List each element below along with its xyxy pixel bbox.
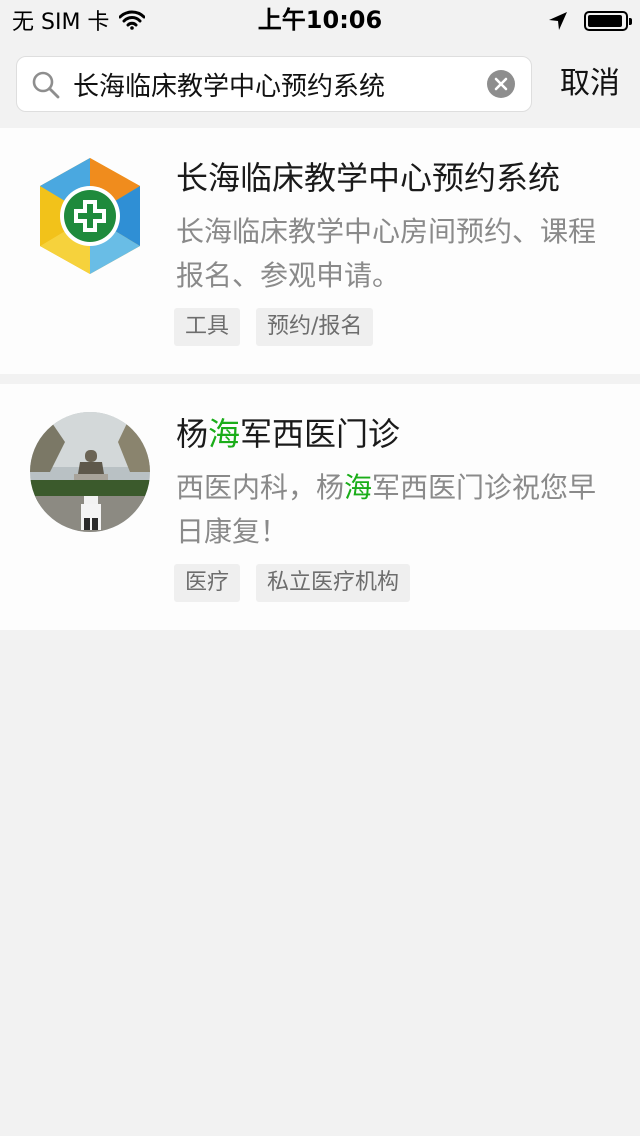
result-description: 长海临床教学中心房间预约、课程报名、参观申请。 <box>176 215 597 292</box>
tag[interactable]: 医疗 <box>174 564 241 602</box>
search-box[interactable] <box>16 56 532 112</box>
title-highlight: 海 <box>208 415 241 453</box>
tag[interactable]: 预约/报名 <box>256 308 374 346</box>
search-input[interactable] <box>73 57 483 111</box>
tag[interactable]: 私立医疗机构 <box>256 564 411 602</box>
title-text: 军西医门诊 <box>240 415 401 453</box>
result-title: 杨海军西医门诊 <box>176 414 616 454</box>
result-tags: 医疗 私立医疗机构 <box>174 564 411 602</box>
avatar-photo <box>30 412 150 532</box>
result-title: 长海临床教学中心预约系统 <box>176 159 561 197</box>
battery-icon <box>584 11 632 31</box>
status-right <box>548 8 632 34</box>
avatar <box>30 412 150 532</box>
app-logo-icon <box>40 158 140 274</box>
desc-highlight: 海 <box>344 471 373 504</box>
search-row: 取消 <box>0 40 640 128</box>
status-bar: 无 SIM 卡 上午10:06 <box>0 0 640 40</box>
search-icon <box>32 71 60 99</box>
result-tags: 工具 预约/报名 <box>174 308 374 346</box>
cancel-button[interactable]: 取消 <box>552 56 628 112</box>
tag[interactable]: 工具 <box>174 308 241 346</box>
result-description: 西医内科，杨海军西医门诊祝您早日康复！ <box>176 466 606 554</box>
location-arrow-icon <box>549 12 567 30</box>
clear-search-icon[interactable] <box>487 70 515 98</box>
result-item[interactable]: 长海临床教学中心预约系统 长海临床教学中心房间预约、课程报名、参观申请。 工具 … <box>0 128 640 374</box>
battery-level <box>588 15 622 27</box>
title-text: 杨 <box>176 415 209 453</box>
result-item[interactable]: 杨海军西医门诊 西医内科，杨海军西医门诊祝您早日康复！ 医疗 私立医疗机构 <box>0 384 640 630</box>
status-time: 上午10:06 <box>257 6 383 34</box>
desc-text: 西医内科，杨 <box>176 471 345 504</box>
